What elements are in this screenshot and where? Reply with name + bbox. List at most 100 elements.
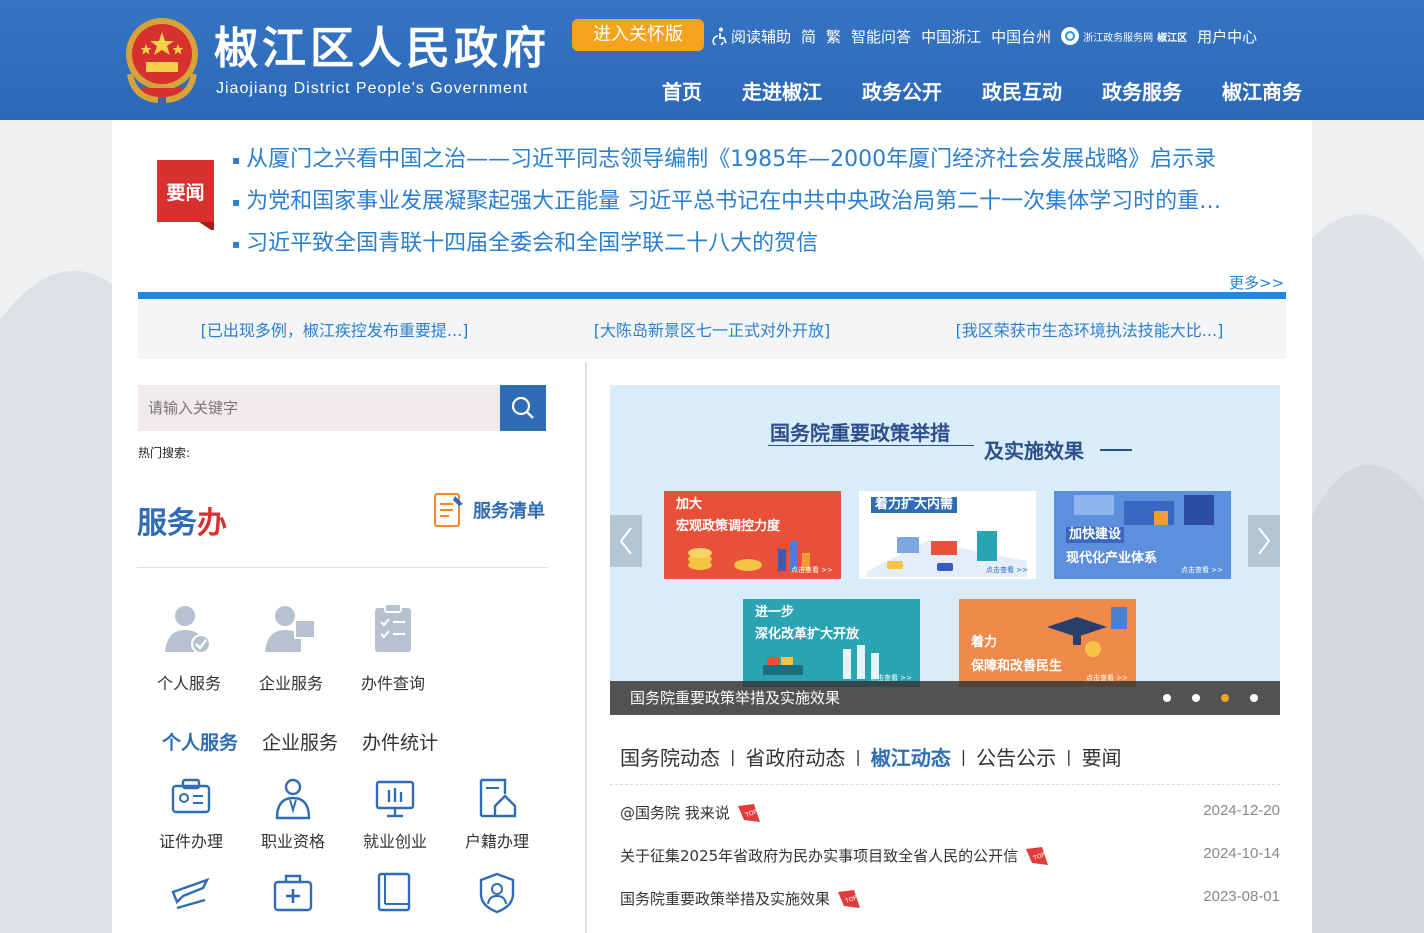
carousel-dot-active[interactable] xyxy=(1221,694,1229,702)
carousel-heading: 国务院重要政策举措 及实施效果 xyxy=(760,413,1160,463)
carousel-dot[interactable] xyxy=(1250,694,1258,702)
china-zhejiang-link[interactable]: 中国浙江 xyxy=(921,26,981,47)
policy-card-livelihood[interactable]: 着力 保障和改善民生 点击查看 >> xyxy=(959,599,1136,687)
carousel-next-button[interactable] xyxy=(1248,515,1280,567)
checklist-icon xyxy=(434,493,463,527)
security-item[interactable] xyxy=(446,870,548,914)
qualification-label: 职业资格 xyxy=(260,832,325,851)
policy-card-subtitle: 现代化产业体系 xyxy=(1066,551,1158,566)
search-box xyxy=(138,385,546,431)
care-version-button[interactable]: 进入关怀版 xyxy=(572,19,704,51)
search-button[interactable] xyxy=(500,385,546,431)
service-title-main: 服务 xyxy=(137,506,197,541)
service-section-title: 服务办 xyxy=(137,498,227,542)
more-link[interactable]: 更多>> xyxy=(1229,272,1284,293)
news-tabs-divider xyxy=(610,784,1280,785)
policy-card-macro[interactable]: 加大 宏观政策调控力度 点击查看 >> xyxy=(664,491,841,579)
carousel-prev-button[interactable] xyxy=(610,515,642,567)
personal-service-item[interactable]: 个人服务 xyxy=(138,600,240,694)
nav-home[interactable]: 首页 xyxy=(662,76,702,105)
book-icon xyxy=(377,872,411,912)
medical-item[interactable] xyxy=(242,870,344,914)
tab-personal-service[interactable]: 个人服务 xyxy=(162,728,238,755)
headline-item[interactable]: 习近平致全国青联十四届全委会和全国学联二十八大的贺信 xyxy=(232,226,1222,268)
top-tag-icon: TOP xyxy=(838,889,861,908)
reading-assist-link[interactable]: 阅读辅助 xyxy=(712,26,791,47)
tab-separator: | xyxy=(1066,747,1072,766)
policy-carousel[interactable]: 国务院重要政策举措 及实施效果 加大 宏观政策调控力度 点击查看 >> 着力扩大… xyxy=(610,385,1280,715)
nav-about[interactable]: 走进椒江 xyxy=(742,76,822,105)
zj-service-logo[interactable]: 浙江政务服务网 椒江区 xyxy=(1061,27,1187,45)
tab-announcements[interactable]: 公告公示 xyxy=(976,742,1056,771)
zj-service-logo-text: 浙江政务服务网 xyxy=(1083,32,1154,44)
headline-item[interactable]: 从厦门之兴看中国之治——习近平同志领导编制《1985年—2000年厦门经济社会发… xyxy=(232,142,1222,184)
service-list-link[interactable]: 服务清单 xyxy=(433,490,545,530)
heading-underline xyxy=(768,445,974,446)
policy-card-cta: 点击查看 >> xyxy=(791,566,833,574)
carousel-dot[interactable] xyxy=(1192,694,1200,702)
sub-headlines: [已出现多例，椒江疾控发布重要提...] [大陈岛新景区七一正式对外开放] [我… xyxy=(138,299,1286,359)
policy-card-subtitle: 深化改革扩大开放 xyxy=(755,627,860,642)
news-title: 国务院重要政策举措及实施效果 xyxy=(620,890,831,908)
nav-gov-service[interactable]: 政务服务 xyxy=(1102,76,1182,105)
education-item[interactable] xyxy=(344,870,446,914)
site-title: 椒江区人民政府 xyxy=(214,23,550,74)
sub-headline-item[interactable]: [我区荣获市生态环境执法技能大比...] xyxy=(956,317,1224,341)
sub-headline-item[interactable]: [已出现多例，椒江疾控发布重要提...] xyxy=(201,317,469,341)
news-date: 2024-10-14 xyxy=(1203,845,1280,862)
service-title-accent: 办 xyxy=(197,506,227,541)
service-grid: 证件办理 职业资格 就业创业 户籍办理 xyxy=(140,776,548,914)
tab-state-council[interactable]: 国务院动态 xyxy=(620,742,720,771)
policy-card-reform[interactable]: 进一步 深化改革扩大开放 点击查看 >> xyxy=(743,599,920,687)
house-document-icon xyxy=(479,778,517,818)
qualification-item[interactable]: 职业资格 xyxy=(242,776,344,852)
headline-list: 从厦门之兴看中国之治——习近平同志领导编制《1985年—2000年厦门经济社会发… xyxy=(232,142,1222,268)
news-row[interactable]: 关于征集2025年省政府为民办实事项目致全省人民的公开信 TOP 2024-10… xyxy=(620,845,1280,888)
heading-dash xyxy=(1100,449,1132,451)
news-row[interactable]: @国务院 我来说 TOP 2024-12-20 xyxy=(620,802,1280,845)
headline-item[interactable]: 为党和国家事业发展凝聚起强大正能量 习近平总书记在中共中央政治局第二十一次集体学… xyxy=(232,184,1222,226)
sub-headline-item[interactable]: [大陈岛新景区七一正式对外开放] xyxy=(594,317,831,341)
medical-kit-icon xyxy=(273,874,313,912)
china-taizhou-link[interactable]: 中国台州 xyxy=(991,26,1051,47)
household-item[interactable]: 户籍办理 xyxy=(446,776,548,852)
nav-gov-public[interactable]: 政务公开 xyxy=(862,76,942,105)
service-categories: 个人服务 企业服务 办件查询 xyxy=(138,600,444,694)
carousel-dots xyxy=(1163,694,1258,702)
enterprise-service-label: 企业服务 xyxy=(258,674,323,693)
simplified-link[interactable]: 简 xyxy=(801,26,816,47)
enterprise-user-icon xyxy=(265,606,316,652)
news-title: 关于征集2025年省政府为民办实事项目致全省人民的公开信 xyxy=(620,847,1019,865)
policy-card-title: 加快建设 xyxy=(1066,527,1125,543)
news-title-wrap: @国务院 我来说 TOP xyxy=(620,802,760,823)
employment-item[interactable]: 就业创业 xyxy=(344,776,446,852)
tab-headlines[interactable]: 要闻 xyxy=(1082,742,1122,771)
policy-card-industry[interactable]: 加快建设 现代化产业体系 点击查看 >> xyxy=(1054,491,1231,579)
shield-person-icon xyxy=(479,872,515,914)
nav-commerce[interactable]: 椒江商务 xyxy=(1222,76,1302,105)
headline-badge: 要闻 xyxy=(157,160,214,230)
case-query-label: 办件查询 xyxy=(360,674,425,693)
tab-provincial[interactable]: 省政府动态 xyxy=(745,742,845,771)
personal-user-icon xyxy=(165,606,211,654)
news-row[interactable]: 国务院重要政策举措及实施效果 TOP 2023-08-01 xyxy=(620,888,1280,931)
policy-card-demand[interactable]: 着力扩大内需 点击查看 >> xyxy=(859,491,1036,579)
tab-enterprise-service[interactable]: 企业服务 xyxy=(262,728,338,755)
search-icon xyxy=(511,396,534,419)
smart-qa-link[interactable]: 智能问答 xyxy=(851,26,911,47)
user-center-link[interactable]: 用户中心 xyxy=(1197,26,1257,47)
tab-case-stats[interactable]: 办件统计 xyxy=(362,728,438,755)
nav-interaction[interactable]: 政民互动 xyxy=(982,76,1062,105)
case-query-item[interactable]: 办件查询 xyxy=(342,600,444,694)
news-tabs: 国务院动态 | 省政府动态 | 椒江动态 | 公告公示 | 要闻 xyxy=(620,742,1122,771)
search-input[interactable] xyxy=(138,385,500,431)
traditional-link[interactable]: 繁 xyxy=(826,26,841,47)
id-service-item[interactable]: 证件办理 xyxy=(140,776,242,852)
enterprise-service-item[interactable]: 企业服务 xyxy=(240,600,342,694)
reading-assist-label: 阅读辅助 xyxy=(731,27,792,46)
tab-jiaojiang[interactable]: 椒江动态 xyxy=(871,742,951,771)
site-subtitle: Jiaojiang District People's Government xyxy=(216,80,529,97)
travel-item[interactable] xyxy=(140,870,242,914)
carousel-dot[interactable] xyxy=(1163,694,1171,702)
tab-separator: | xyxy=(730,747,736,766)
